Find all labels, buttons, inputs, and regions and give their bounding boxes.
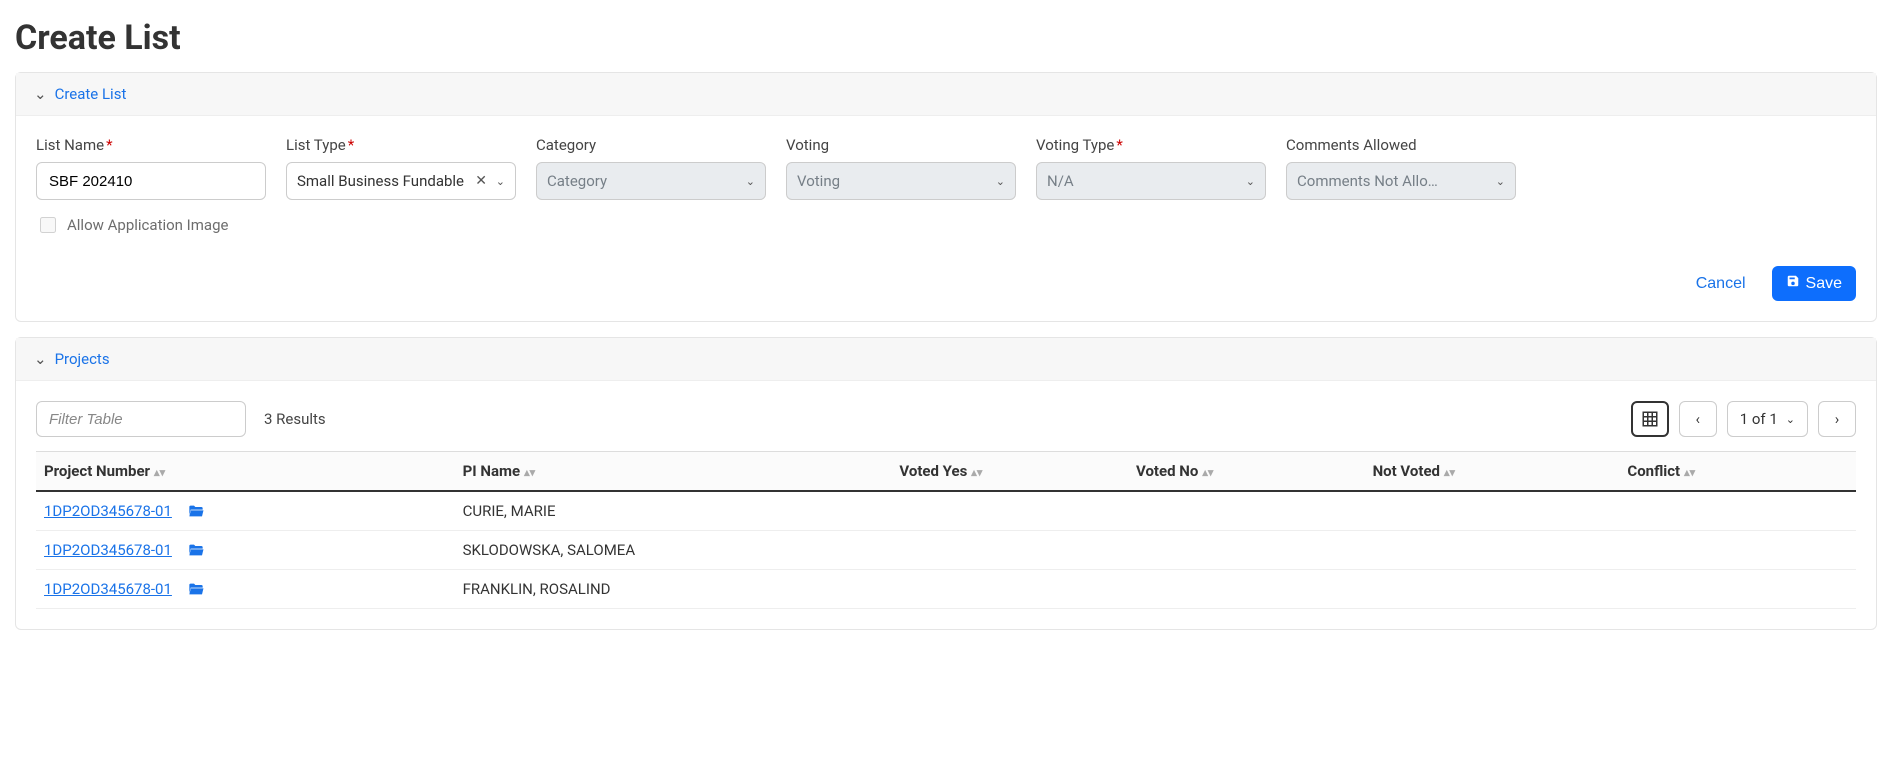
- table-row: 1DP2OD345678-01 SKLODOWSKA, SALOMEA: [36, 531, 1856, 570]
- chevron-down-icon: ⌄: [746, 175, 755, 188]
- save-button[interactable]: Save: [1772, 266, 1856, 301]
- page-next-button[interactable]: ›: [1818, 401, 1856, 437]
- col-project-number[interactable]: Project Number▴▾: [36, 452, 455, 492]
- col-pi-name[interactable]: PI Name▴▾: [455, 452, 892, 492]
- comments-label: Comments Allowed: [1286, 136, 1516, 154]
- save-icon: [1786, 274, 1800, 293]
- sort-icon: ▴▾: [971, 466, 982, 479]
- not-voted-cell: [1365, 491, 1620, 531]
- projects-panel: ⌄ Projects 3 Results ‹: [15, 337, 1877, 630]
- voting-type-select: N/A ⌄: [1036, 162, 1266, 200]
- voted-no-cell: [1128, 531, 1365, 570]
- chevron-down-icon: ⌄: [34, 350, 47, 368]
- table-row: 1DP2OD345678-01 CURIE, MARIE: [36, 491, 1856, 531]
- project-number-link[interactable]: 1DP2OD345678-01: [44, 580, 172, 598]
- projects-header-label: Projects: [55, 350, 110, 368]
- sort-icon: ▴▾: [524, 466, 535, 479]
- list-name-input[interactable]: [36, 162, 266, 200]
- project-number-link[interactable]: 1DP2OD345678-01: [44, 502, 172, 520]
- col-voted-no[interactable]: Voted No▴▾: [1128, 452, 1365, 492]
- chevron-down-icon: ⌄: [1496, 175, 1505, 188]
- category-select: Category ⌄: [536, 162, 766, 200]
- not-voted-cell: [1365, 570, 1620, 609]
- chevron-right-icon: ›: [1835, 410, 1840, 428]
- pi-name-cell: FRANKLIN, ROSALIND: [455, 570, 892, 609]
- folder-open-icon[interactable]: [188, 502, 204, 520]
- voted-no-cell: [1128, 570, 1365, 609]
- voted-yes-cell: [891, 491, 1128, 531]
- conflict-cell: [1619, 491, 1856, 531]
- cancel-button[interactable]: Cancel: [1690, 266, 1752, 301]
- col-voted-yes[interactable]: Voted Yes▴▾: [891, 452, 1128, 492]
- project-number-link[interactable]: 1DP2OD345678-01: [44, 541, 172, 559]
- chevron-down-icon: ⌄: [1246, 175, 1255, 188]
- list-name-label: List Name*: [36, 136, 266, 154]
- folder-open-icon[interactable]: [188, 541, 204, 559]
- conflict-cell: [1619, 570, 1856, 609]
- voting-type-label: Voting Type*: [1036, 136, 1266, 154]
- voted-yes-cell: [891, 531, 1128, 570]
- list-type-label: List Type*: [286, 136, 516, 154]
- create-list-header[interactable]: ⌄ Create List: [16, 73, 1876, 116]
- voted-no-cell: [1128, 491, 1365, 531]
- chevron-left-icon: ‹: [1695, 410, 1700, 428]
- results-count: 3 Results: [264, 410, 326, 428]
- sort-icon: ▴▾: [1684, 466, 1695, 479]
- comments-select: Comments Not Allo… ⌄: [1286, 162, 1516, 200]
- chevron-down-icon: ⌄: [496, 175, 505, 188]
- create-list-header-label: Create List: [55, 85, 127, 103]
- projects-header[interactable]: ⌄ Projects: [16, 338, 1876, 381]
- page-prev-button[interactable]: ‹: [1679, 401, 1717, 437]
- chevron-down-icon: ⌄: [1786, 413, 1795, 426]
- folder-open-icon[interactable]: [188, 580, 204, 598]
- page-indicator-label: 1 of 1: [1740, 410, 1778, 428]
- allow-image-label: Allow Application Image: [67, 216, 228, 234]
- clear-icon[interactable]: ✕: [475, 174, 487, 188]
- sort-icon: ▴▾: [154, 466, 165, 479]
- grid-view-button[interactable]: [1631, 401, 1669, 437]
- list-type-select[interactable]: Small Business Fundable ✕ ⌄: [286, 162, 516, 200]
- sort-icon: ▴▾: [1444, 466, 1455, 479]
- voting-label: Voting: [786, 136, 1016, 154]
- allow-image-checkbox: [40, 217, 56, 233]
- page-title: Create List: [15, 18, 1877, 58]
- table-row: 1DP2OD345678-01 FRANKLIN, ROSALIND: [36, 570, 1856, 609]
- filter-table-input[interactable]: [36, 401, 246, 437]
- chevron-down-icon: ⌄: [34, 85, 47, 103]
- category-label: Category: [536, 136, 766, 154]
- voting-select: Voting ⌄: [786, 162, 1016, 200]
- create-list-panel: ⌄ Create List List Name* List Type* Smal…: [15, 72, 1877, 322]
- grid-icon: [1641, 410, 1659, 428]
- projects-table: Project Number▴▾ PI Name▴▾ Voted Yes▴▾ V…: [36, 451, 1856, 609]
- page-indicator[interactable]: 1 of 1 ⌄: [1727, 401, 1808, 437]
- col-not-voted[interactable]: Not Voted▴▾: [1365, 452, 1620, 492]
- pi-name-cell: SKLODOWSKA, SALOMEA: [455, 531, 892, 570]
- sort-icon: ▴▾: [1202, 466, 1213, 479]
- not-voted-cell: [1365, 531, 1620, 570]
- pi-name-cell: CURIE, MARIE: [455, 491, 892, 531]
- conflict-cell: [1619, 531, 1856, 570]
- voted-yes-cell: [891, 570, 1128, 609]
- chevron-down-icon: ⌄: [996, 175, 1005, 188]
- col-conflict[interactable]: Conflict▴▾: [1619, 452, 1856, 492]
